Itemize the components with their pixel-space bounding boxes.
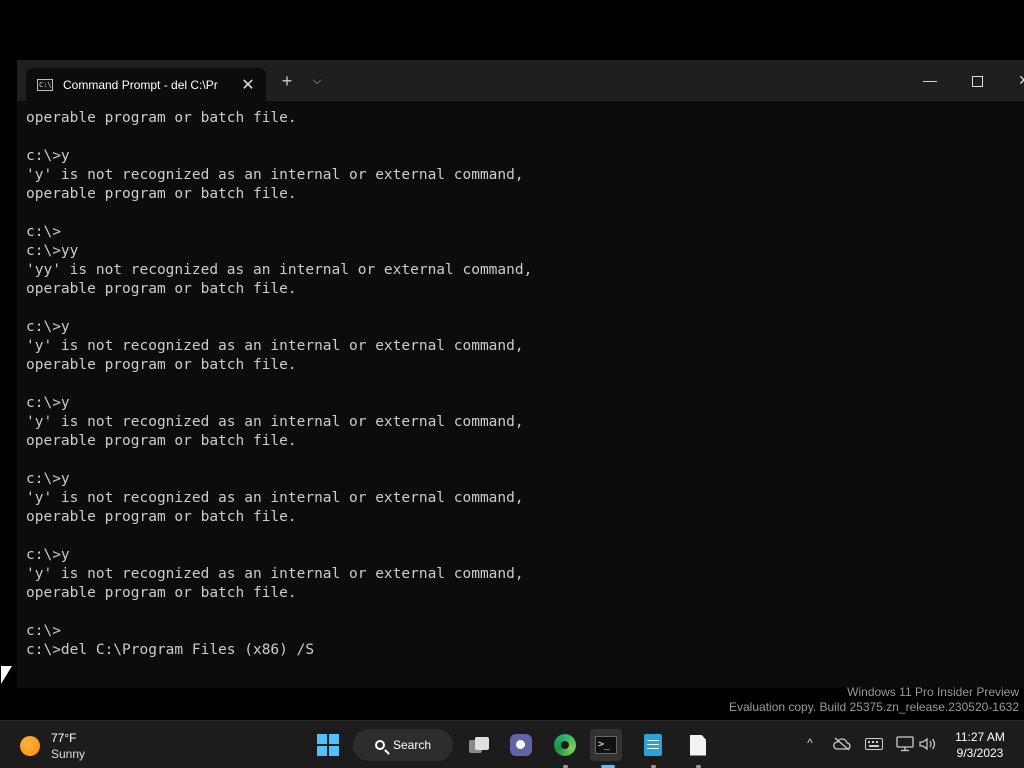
volume-icon[interactable]	[918, 735, 938, 753]
edge-browser-button[interactable]	[549, 729, 581, 761]
console-line: c:\>y	[26, 471, 70, 487]
search-icon	[375, 740, 385, 750]
teams-icon	[510, 734, 532, 756]
start-button[interactable]	[312, 729, 344, 761]
console-line: c:\>yy	[26, 243, 79, 259]
console-output[interactable]: operable program or batch file. c:\>y 'y' …	[26, 109, 1016, 679]
teams-button[interactable]	[505, 729, 537, 761]
file-icon	[690, 734, 706, 756]
tab-dropdown-button[interactable]: ⌵	[308, 72, 326, 90]
console-line: 'y' is not recognized as an internal or …	[26, 490, 524, 506]
weather-temperature: 77°F	[51, 731, 77, 745]
command-prompt-icon: C:\	[37, 78, 53, 91]
console-line: c:\>	[26, 224, 61, 240]
minimize-button[interactable]: —	[915, 68, 945, 92]
console-line: 'y' is not recognized as an internal or …	[26, 414, 524, 430]
file-button[interactable]	[682, 729, 714, 761]
clock-date: 9/3/2023	[956, 746, 1004, 760]
console-line: operable program or batch file.	[26, 110, 297, 126]
onedrive-offline-icon[interactable]	[832, 735, 852, 753]
console-line: c:\>y	[26, 547, 70, 563]
console-line: operable program or batch file.	[26, 281, 297, 297]
evaluation-watermark: Windows 11 Pro Insider Preview Evaluatio…	[729, 685, 1019, 715]
sun-icon	[20, 736, 40, 756]
tab-command-prompt[interactable]: C:\ Command Prompt - del C:\Pr ✕	[26, 68, 266, 101]
task-view-button[interactable]	[463, 729, 495, 761]
maximize-icon	[971, 75, 983, 87]
weather-text: 77°F Sunny	[51, 730, 85, 762]
console-line: c:\>del C:\Program Files (x86) /S	[26, 642, 315, 658]
search-button[interactable]: Search	[353, 729, 453, 761]
console-line: operable program or batch file.	[26, 186, 297, 202]
maximize-button[interactable]	[962, 68, 992, 92]
notepad-icon	[644, 734, 662, 756]
weather-widget[interactable]: 77°F Sunny	[20, 730, 85, 762]
tab-close-icon[interactable]: ✕	[239, 75, 257, 95]
tab-title: Command Prompt - del C:\Pr	[63, 77, 218, 92]
console-line: operable program or batch file.	[26, 585, 297, 601]
console-line: 'y' is not recognized as an internal or …	[26, 338, 524, 354]
system-clock[interactable]: 11:27 AM 9/3/2023	[947, 729, 1013, 761]
watermark-line-1: Windows 11 Pro Insider Preview	[847, 685, 1019, 699]
weather-condition: Sunny	[51, 747, 86, 761]
watermark-line-2: Evaluation copy. Build 25375.zn_release.…	[729, 700, 1019, 714]
console-line: operable program or batch file.	[26, 433, 297, 449]
notepad-button[interactable]	[637, 729, 669, 761]
network-icon[interactable]	[895, 735, 915, 753]
taskbar: 77°F Sunny Search >_ ^ 11:27 AM 9/3/2023	[0, 720, 1024, 768]
title-bar[interactable]: C:\ Command Prompt - del C:\Pr ✕ + ⌵ — ✕	[17, 60, 1024, 101]
search-label: Search	[393, 738, 432, 752]
task-view-icon	[469, 737, 489, 753]
console-line: c:\>y	[26, 148, 70, 164]
terminal-icon: >_	[595, 736, 617, 754]
show-hidden-icons-button[interactable]: ^	[802, 735, 818, 751]
close-window-button[interactable]: ✕	[1009, 68, 1024, 92]
edge-icon	[554, 734, 576, 756]
console-line: c:\>	[26, 623, 61, 639]
keyboard-icon[interactable]	[864, 735, 884, 753]
console-line: 'yy' is not recognized as an internal or…	[26, 262, 533, 278]
console-line: 'y' is not recognized as an internal or …	[26, 566, 524, 582]
console-line: operable program or batch file.	[26, 509, 297, 525]
windows-logo-icon	[317, 734, 339, 756]
new-tab-button[interactable]: +	[278, 72, 296, 90]
tab-icon-text: C:\	[39, 80, 52, 89]
mouse-pointer-icon	[1, 666, 12, 684]
console-line: c:\>y	[26, 395, 70, 411]
clock-time: 11:27 AM	[955, 730, 1005, 744]
terminal-window[interactable]: C:\ Command Prompt - del C:\Pr ✕ + ⌵ — ✕…	[17, 60, 1024, 688]
console-line: 'y' is not recognized as an internal or …	[26, 167, 524, 183]
terminal-app-button[interactable]: >_	[590, 729, 622, 761]
console-line: operable program or batch file.	[26, 357, 297, 373]
console-line: c:\>y	[26, 319, 70, 335]
